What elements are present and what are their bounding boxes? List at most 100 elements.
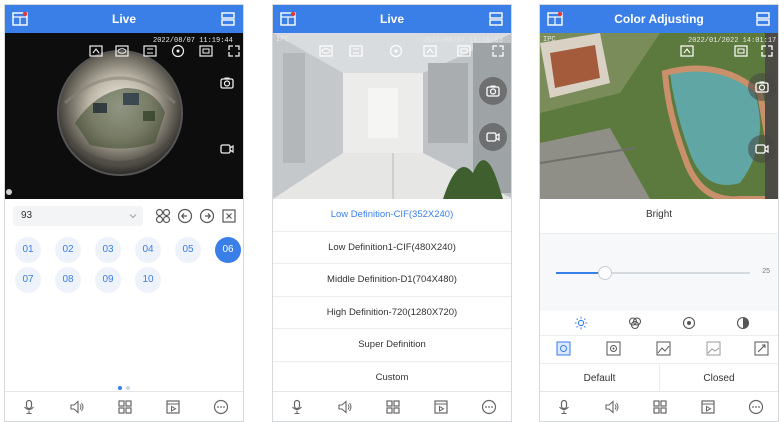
- slider-value: 25: [762, 268, 770, 275]
- channel-button-06[interactable]: 06: [215, 237, 241, 263]
- expand-icon[interactable]: [760, 44, 774, 58]
- phone-live-fisheye: Live 2022/08/07 11:19:44 93 01 02 03 04 …: [4, 4, 244, 422]
- slider-handle[interactable]: [597, 266, 612, 280]
- page-title: Color Adjusting: [614, 12, 704, 26]
- quality-option-super[interactable]: Super Definition: [273, 329, 511, 362]
- menu-list-icon[interactable]: [488, 11, 504, 27]
- brightness-icon[interactable]: [574, 316, 588, 330]
- snapshot-button[interactable]: [479, 77, 507, 105]
- microphone-icon[interactable]: [21, 399, 37, 415]
- display-mode-icon[interactable]: [680, 44, 694, 58]
- speaker-icon[interactable]: [69, 399, 85, 415]
- menu-list-icon[interactable]: [220, 11, 236, 27]
- expand-icon[interactable]: [491, 44, 505, 58]
- channel-button-04[interactable]: 04: [135, 237, 161, 263]
- speaker-icon[interactable]: [337, 399, 353, 415]
- phone-live-quality: Live IPC 2022/08/07 11:18:53 Low Definit…: [272, 4, 512, 422]
- speaker-icon[interactable]: [604, 399, 620, 415]
- channel-button-09[interactable]: 09: [95, 267, 121, 293]
- menu-list-icon[interactable]: [755, 11, 771, 27]
- playback-icon[interactable]: [165, 399, 181, 415]
- ptz-icon[interactable]: [171, 44, 185, 58]
- channel-button-08[interactable]: 08: [55, 267, 81, 293]
- closed-button[interactable]: Closed: [659, 364, 778, 394]
- sharpness-icon[interactable]: [736, 316, 750, 330]
- slider-area: 25: [540, 233, 778, 311]
- snapshot-button[interactable]: [748, 73, 776, 101]
- grid-icon[interactable]: [117, 399, 133, 415]
- channel-button-05[interactable]: 05: [175, 237, 201, 263]
- quality-option-cif-480[interactable]: Low Definition1-CIF(480X240): [273, 232, 511, 265]
- next-icon[interactable]: [199, 208, 215, 224]
- channel-button-07[interactable]: 07: [15, 267, 41, 293]
- bottom-toolbar: [5, 391, 243, 421]
- page-dot-2[interactable]: [126, 386, 130, 390]
- channel-label: IPC: [543, 36, 556, 44]
- bottom-toolbar: [273, 391, 511, 421]
- close-channel-icon[interactable]: [221, 208, 237, 224]
- more-icon[interactable]: [748, 399, 764, 415]
- channel-button-10[interactable]: 10: [135, 267, 161, 293]
- page-dot-1[interactable]: [118, 386, 122, 390]
- adjust-mode-row: [540, 313, 778, 335]
- video-timestamp: 2022/08/07 11:19:44: [153, 37, 233, 45]
- saturation-icon[interactable]: [682, 316, 696, 330]
- snapshot-icon[interactable]: [219, 75, 235, 91]
- color-preset-row: [540, 335, 778, 361]
- quality-option-d1-704[interactable]: Middle Definition-D1(704X480): [273, 264, 511, 297]
- adjust-settings-icon[interactable]: [349, 44, 363, 58]
- contrast-icon[interactable]: [628, 316, 642, 330]
- playback-icon[interactable]: [700, 399, 716, 415]
- view-eye-icon[interactable]: [319, 44, 333, 58]
- record-button[interactable]: [479, 123, 507, 151]
- channel-button-02[interactable]: 02: [55, 237, 81, 263]
- action-row: Default Closed: [540, 363, 778, 394]
- preset-custom-icon[interactable]: [754, 341, 769, 356]
- microphone-icon[interactable]: [556, 399, 572, 415]
- brightness-slider[interactable]: [556, 266, 750, 280]
- video-view-corridor[interactable]: IPC 2022/08/07 11:18:53: [273, 33, 511, 199]
- quality-option-720-1280[interactable]: High Definition-720(1280X720): [273, 297, 511, 330]
- channel-button-01[interactable]: 01: [15, 237, 41, 263]
- preset-scene-icon[interactable]: [656, 341, 671, 356]
- more-icon[interactable]: [481, 399, 497, 415]
- fullscreen-photo-icon[interactable]: [457, 44, 471, 58]
- chevron-down-icon: [129, 214, 137, 219]
- more-icon[interactable]: [213, 399, 229, 415]
- channel-label: IPC: [276, 36, 289, 44]
- preset-soft-icon[interactable]: [706, 341, 721, 356]
- video-view-yard[interactable]: IPC 2022/01/2022 14:01:17: [540, 33, 778, 199]
- grid-icon[interactable]: [652, 399, 668, 415]
- record-icon[interactable]: [219, 141, 235, 157]
- app-stage: Live 2022/08/07 11:19:44 93 01 02 03 04 …: [0, 0, 779, 422]
- expand-icon[interactable]: [227, 44, 241, 58]
- preset-standard-icon[interactable]: [556, 341, 571, 356]
- phone-color-adjusting: Color Adjusting IPC 2022/01/2022 14:01:1…: [539, 4, 779, 422]
- fullscreen-photo-icon[interactable]: [734, 44, 748, 58]
- adjust-settings-icon[interactable]: [143, 44, 157, 58]
- default-button[interactable]: Default: [540, 364, 659, 394]
- bottom-toolbar: [540, 391, 778, 421]
- display-mode-icon[interactable]: [89, 44, 103, 58]
- channel-button-03[interactable]: 03: [95, 237, 121, 263]
- quality-option-list: Low Definition-CIF(352X240) Low Definiti…: [273, 199, 511, 395]
- quality-option-custom[interactable]: Custom: [273, 362, 511, 395]
- view-eye-icon[interactable]: [115, 44, 129, 58]
- preset-vivid-icon[interactable]: [606, 341, 621, 356]
- page-title: Live: [111, 12, 136, 26]
- grid-icon[interactable]: [385, 399, 401, 415]
- ptz-icon[interactable]: [389, 44, 403, 58]
- playback-icon[interactable]: [433, 399, 449, 415]
- video-view-fisheye[interactable]: 2022/08/07 11:19:44: [5, 33, 243, 199]
- multi-channel-icon[interactable]: [155, 208, 171, 224]
- record-button[interactable]: [748, 135, 776, 163]
- snapshot-icon: [755, 81, 769, 93]
- quality-option-cif-352[interactable]: Low Definition-CIF(352X240): [273, 199, 511, 232]
- display-mode-icon[interactable]: [423, 44, 437, 58]
- fullscreen-photo-icon[interactable]: [199, 44, 213, 58]
- channel-select[interactable]: 93: [13, 206, 143, 226]
- previous-icon[interactable]: [177, 208, 193, 224]
- microphone-icon[interactable]: [289, 399, 305, 415]
- channel-select-value: 93: [21, 210, 33, 221]
- channel-control-row: 93: [5, 203, 243, 231]
